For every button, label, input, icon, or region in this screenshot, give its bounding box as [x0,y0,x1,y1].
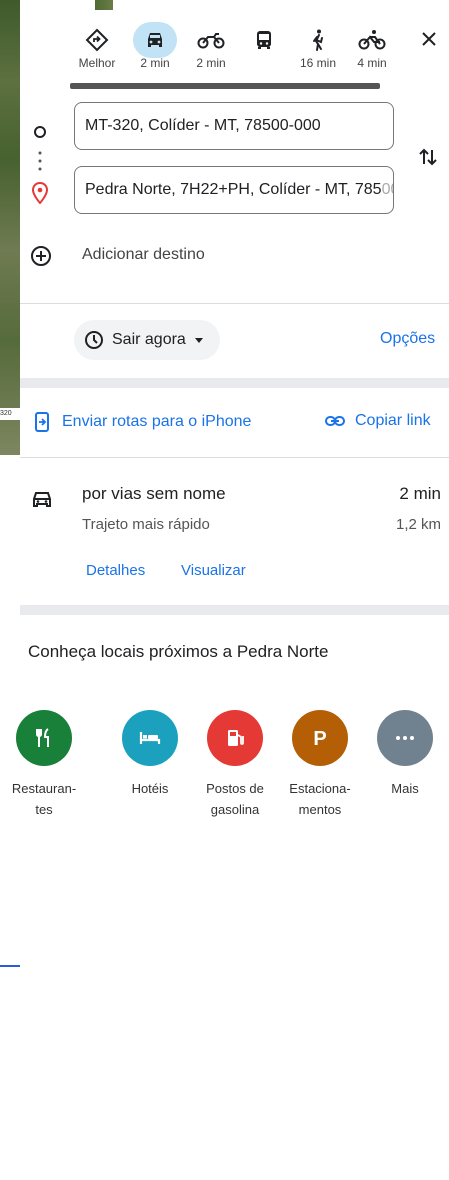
travel-mode-row: Melhor 2 min 2 min 16 min 4 min [75,22,449,72]
category-parking[interactable]: P Estaciona-mentos [282,710,358,820]
mode-bike-label: 4 min [357,56,387,70]
mode-walk[interactable]: 16 min [296,22,340,70]
swap-button[interactable] [416,145,440,169]
svg-text:P: P [313,728,326,749]
dropdown-arrow-icon [194,338,203,343]
mode-separator-bar [70,83,380,89]
close-icon [422,32,436,46]
add-destination-button[interactable] [30,245,52,267]
map-scale: 320 [0,408,20,420]
route-title[interactable]: por vias sem nome [82,484,226,504]
mode-car[interactable]: 2 min [133,22,177,70]
fork-knife-icon [16,710,72,766]
mode-motorcycle-label: 2 min [196,56,226,70]
route-distance: 1,2 km [395,516,441,533]
mode-best[interactable]: Melhor [75,22,119,70]
destination-overflow: 00 [381,181,393,198]
route-car-icon [30,487,54,516]
divider [20,303,449,304]
diamond-directions-icon [75,22,119,58]
close-button[interactable] [415,25,443,53]
mode-best-label: Melhor [78,56,116,70]
swap-arrows-icon [419,148,437,166]
send-to-device-icon [35,412,49,432]
link-icon [325,416,345,426]
mode-motorcycle[interactable]: 2 min [189,22,233,70]
depart-label: Sair agora [112,331,186,348]
mode-bike[interactable]: 4 min [350,22,394,70]
origin-field[interactable]: MT-320, Colíder - MT, 78500-000 [74,102,394,150]
map-corner [95,0,113,10]
more-icon [377,710,433,766]
route-time: 2 min [399,484,441,503]
divider [20,457,449,458]
category-more[interactable]: Mais [367,710,443,799]
destination-pin-icon [30,181,50,209]
category-label: Postos de gasolina [206,781,264,817]
category-label: Estaciona-mentos [289,781,351,817]
category-label: Mais [391,781,419,796]
send-to-phone-link[interactable]: Enviar rotas para o iPhone [34,412,251,432]
details-link[interactable]: Detalhes [86,562,145,579]
preview-link[interactable]: Visualizar [181,562,246,579]
category-restaurants[interactable]: Restauran-tes [6,710,82,820]
motorcycle-icon [189,22,233,58]
gas-pump-icon [207,710,263,766]
mode-transit[interactable] [242,22,286,56]
parking-icon: P [292,710,348,766]
add-destination-label[interactable]: Adicionar destino [82,246,205,264]
category-label: Hotéis [131,781,169,796]
directions-panel: Melhor 2 min 2 min 16 min 4 min MT-320, … [12,10,449,1180]
copy-link-button[interactable]: Copiar link [325,412,431,430]
bus-icon [242,22,286,58]
destination-value: Pedra Norte, 7H22+PH, Colíder - MT, 785 [85,181,382,198]
depart-time-button[interactable]: Sair agora [74,320,220,360]
section-separator [20,605,449,615]
clock-icon [85,331,103,349]
copy-label: Copiar link [355,412,431,429]
origin-value: MT-320, Colíder - MT, 78500-000 [85,117,321,134]
car-icon [133,22,177,58]
category-gas-stations[interactable]: Postos de gasolina [197,710,273,820]
mode-walk-label: 16 min [299,56,337,70]
route-dots-icon [30,148,50,183]
section-separator [20,378,449,388]
plus-circle-icon [31,246,51,266]
walking-icon [296,22,340,58]
nearby-title: Conheça locais próximos a Pedra Norte [28,642,329,661]
bed-icon [122,710,178,766]
options-link[interactable]: Opções [380,330,435,348]
bicycle-icon [350,22,394,58]
route-subtitle: Trajeto mais rápido [82,516,210,533]
category-label: Restauran-tes [11,781,77,817]
origin-circle-icon [30,122,50,147]
map-strip[interactable]: 320 [0,0,20,455]
category-hotels[interactable]: Hotéis [112,710,188,799]
send-label: Enviar rotas para o iPhone [62,413,252,430]
destination-field[interactable]: Pedra Norte, 7H22+PH, Colíder - MT, 785 0… [74,166,394,214]
mode-car-label: 2 min [140,56,170,70]
